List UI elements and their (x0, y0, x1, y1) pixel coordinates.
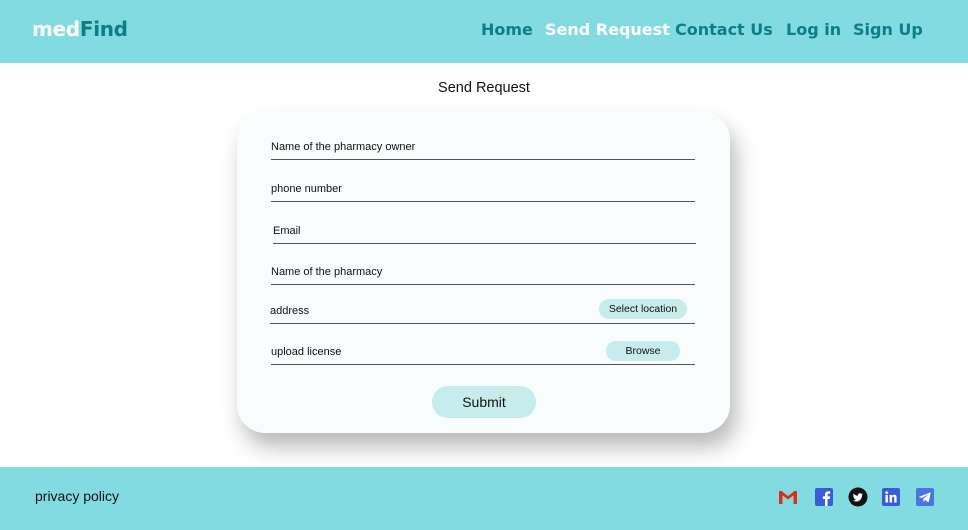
nav-send-request[interactable]: Send Request (545, 20, 670, 39)
phone-number-label: phone number (271, 183, 342, 195)
twitter-icon[interactable] (848, 487, 868, 507)
upload-license-label: upload license (271, 346, 342, 358)
pharmacy-name-field[interactable]: Name of the pharmacy (271, 259, 695, 285)
header: medFind Home Send Request Contact Us Log… (0, 0, 968, 63)
send-request-form: Name of the pharmacy owner phone number … (237, 112, 730, 433)
address-label: address (270, 305, 310, 317)
nav-sign-up[interactable]: Sign Up (853, 20, 923, 39)
select-location-button[interactable]: Select location (599, 299, 687, 319)
page-title: Send Request (438, 80, 530, 96)
owner-name-field[interactable]: Name of the pharmacy owner (271, 134, 695, 160)
logo[interactable]: medFind (32, 17, 128, 41)
nav-log-in[interactable]: Log in (786, 20, 841, 39)
address-field[interactable]: address Select location (270, 296, 695, 324)
linkedin-icon[interactable] (881, 487, 901, 507)
telegram-icon[interactable] (915, 487, 935, 507)
nav-home[interactable]: Home (481, 20, 533, 39)
gmail-icon[interactable] (778, 487, 798, 507)
email-label: Email (273, 225, 301, 237)
browse-button[interactable]: Browse (606, 341, 680, 361)
logo-text-med: med (32, 17, 80, 41)
owner-name-label: Name of the pharmacy owner (271, 141, 416, 153)
privacy-policy-link[interactable]: privacy policy (35, 488, 119, 504)
facebook-icon[interactable] (814, 487, 834, 507)
footer: privacy policy (0, 467, 968, 530)
submit-button[interactable]: Submit (432, 386, 536, 418)
nav-contact-us[interactable]: Contact Us (675, 20, 773, 39)
email-field[interactable]: Email (273, 218, 696, 244)
logo-text-find: Find (79, 17, 128, 41)
phone-number-field[interactable]: phone number (271, 176, 695, 202)
pharmacy-name-label: Name of the pharmacy (271, 266, 383, 278)
upload-license-field[interactable]: upload license Browse (271, 338, 695, 365)
